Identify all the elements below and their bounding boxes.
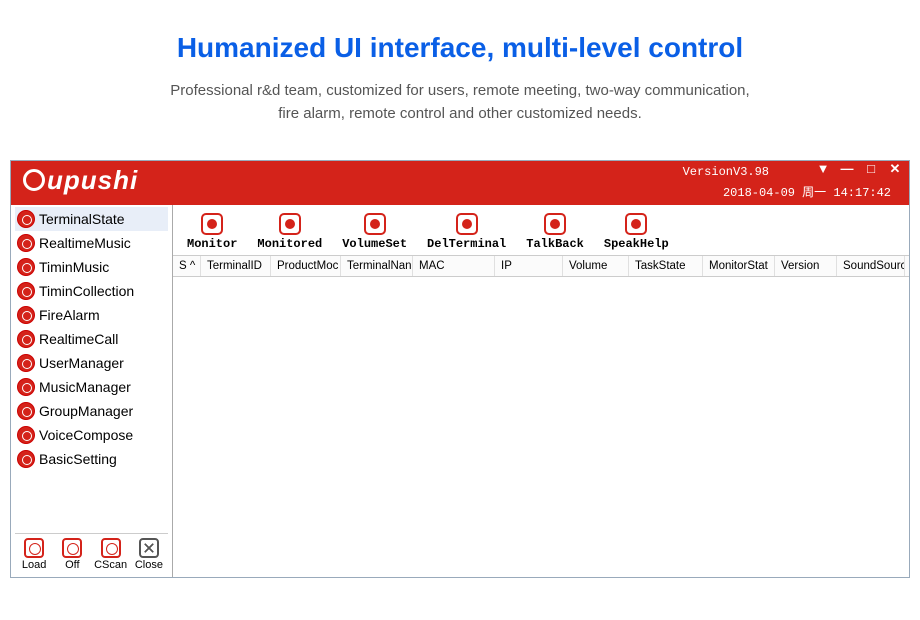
brand-text: upushi bbox=[47, 165, 138, 195]
column-header-soundsourc[interactable]: SoundSourc bbox=[837, 256, 905, 276]
toolbar-monitored-button[interactable]: Monitored bbox=[257, 213, 322, 251]
dropdown-button[interactable]: ▼ bbox=[815, 163, 831, 177]
column-header-productmoc[interactable]: ProductMoc bbox=[271, 256, 341, 276]
talkback-icon bbox=[544, 213, 566, 235]
toolbar-button-label: TalkBack bbox=[526, 237, 584, 251]
toolbar-button-label: SpeakHelp bbox=[604, 237, 669, 251]
timestamp-label: 2018-04-09 周一 14:17:42 bbox=[723, 183, 891, 200]
bottom-off-button[interactable]: Off bbox=[55, 538, 89, 571]
bottom-button-label: Load bbox=[22, 559, 46, 571]
close-icon bbox=[139, 538, 159, 558]
content-area: Monitor Monitored VolumeSet DelTerminal Talk… bbox=[173, 205, 909, 577]
bottom-load-button[interactable]: Load bbox=[17, 538, 51, 571]
hero-subtitle: Professional r&d team, customized for us… bbox=[0, 80, 920, 125]
monitored-icon bbox=[279, 213, 301, 235]
bottom-cscan-button[interactable]: CScan bbox=[94, 538, 128, 571]
bottom-button-label: Close bbox=[135, 559, 163, 571]
sidebar-item-timincollection[interactable]: TiminCollection bbox=[15, 279, 168, 303]
toolbar-volumeset-button[interactable]: VolumeSet bbox=[342, 213, 407, 251]
column-header-version[interactable]: Version bbox=[775, 256, 837, 276]
toolbar-button-label: Monitored bbox=[257, 237, 322, 251]
sidebar-item-label: MusicManager bbox=[39, 379, 131, 395]
sidebar-item-label: BasicSetting bbox=[39, 451, 117, 467]
hero-sub-line1: Professional r&d team, customized for us… bbox=[170, 82, 749, 99]
timincollection-icon bbox=[17, 282, 35, 300]
usermanager-icon bbox=[17, 354, 35, 372]
firealarm-icon bbox=[17, 306, 35, 324]
sidebar-item-label: FireAlarm bbox=[39, 307, 100, 323]
sidebar-item-groupmanager[interactable]: GroupManager bbox=[15, 399, 168, 423]
bottom-button-label: Off bbox=[65, 559, 79, 571]
realtimemusic-icon bbox=[17, 234, 35, 252]
toolbar-monitor-button[interactable]: Monitor bbox=[187, 213, 237, 251]
cscan-icon bbox=[101, 538, 121, 558]
sidebar-item-label: UserManager bbox=[39, 355, 124, 371]
column-header-monitorstat[interactable]: MonitorStat bbox=[703, 256, 775, 276]
voicecompose-icon bbox=[17, 426, 35, 444]
column-header-ip[interactable]: IP bbox=[495, 256, 563, 276]
sidebar-item-firealarm[interactable]: FireAlarm bbox=[15, 303, 168, 327]
groupmanager-icon bbox=[17, 402, 35, 420]
sidebar-item-label: GroupManager bbox=[39, 403, 133, 419]
sidebar-item-label: TerminalState bbox=[39, 211, 125, 227]
sidebar-item-voicecompose[interactable]: VoiceCompose bbox=[15, 423, 168, 447]
grid-body bbox=[173, 277, 909, 577]
timinmusic-icon bbox=[17, 258, 35, 276]
realtimecall-icon bbox=[17, 330, 35, 348]
app-window: upushi VersionV3.98 2018-04-09 周一 14:17:… bbox=[10, 160, 910, 578]
sidebar-item-label: RealtimeCall bbox=[39, 331, 118, 347]
minimize-button[interactable]: — bbox=[839, 163, 855, 177]
off-icon bbox=[62, 538, 82, 558]
hero-sub-line2: fire alarm, remote control and other cus… bbox=[278, 105, 642, 122]
toolbar-button-label: DelTerminal bbox=[427, 237, 506, 251]
sidebar-bottom-bar: Load Off CScan Close bbox=[15, 533, 168, 575]
sidebar-item-musicmanager[interactable]: MusicManager bbox=[15, 375, 168, 399]
sidebar-item-terminalstate[interactable]: TerminalState bbox=[15, 207, 168, 231]
window-buttons: ▼ — □ ✕ bbox=[815, 163, 903, 177]
column-header-mac[interactable]: MAC bbox=[413, 256, 495, 276]
delterminal-icon bbox=[456, 213, 478, 235]
sidebar-item-usermanager[interactable]: UserManager bbox=[15, 351, 168, 375]
titlebar: upushi VersionV3.98 2018-04-09 周一 14:17:… bbox=[11, 161, 909, 205]
close-button[interactable]: ✕ bbox=[887, 163, 903, 177]
sidebar-item-label: RealtimeMusic bbox=[39, 235, 131, 251]
bottom-button-label: CScan bbox=[94, 559, 127, 571]
toolbar: Monitor Monitored VolumeSet DelTerminal Talk… bbox=[173, 205, 909, 256]
basicsetting-icon bbox=[17, 450, 35, 468]
terminalstate-icon bbox=[17, 210, 35, 228]
hero-title: Humanized UI interface, multi-level cont… bbox=[0, 32, 920, 64]
sidebar-item-label: TiminCollection bbox=[39, 283, 134, 299]
column-header-s-[interactable]: S ^ bbox=[173, 256, 201, 276]
column-header-volume[interactable]: Volume bbox=[563, 256, 629, 276]
sidebar-item-label: TiminMusic bbox=[39, 259, 109, 275]
sidebar-item-label: VoiceCompose bbox=[39, 427, 133, 443]
sidebar-item-timinmusic[interactable]: TiminMusic bbox=[15, 255, 168, 279]
brand-ring-icon bbox=[23, 169, 45, 191]
toolbar-delterminal-button[interactable]: DelTerminal bbox=[427, 213, 506, 251]
toolbar-speakhelp-button[interactable]: SpeakHelp bbox=[604, 213, 669, 251]
column-header-taskstate[interactable]: TaskState bbox=[629, 256, 703, 276]
sidebar-item-realtimemusic[interactable]: RealtimeMusic bbox=[15, 231, 168, 255]
grid-header: S ^TerminalIDProductMocTerminalNanMACIPV… bbox=[173, 256, 909, 277]
monitor-icon bbox=[201, 213, 223, 235]
sidebar-item-basicsetting[interactable]: BasicSetting bbox=[15, 447, 168, 471]
volumeset-icon bbox=[364, 213, 386, 235]
maximize-button[interactable]: □ bbox=[863, 163, 879, 177]
toolbar-button-label: VolumeSet bbox=[342, 237, 407, 251]
brand-logo: upushi bbox=[23, 165, 138, 196]
sidebar-item-realtimecall[interactable]: RealtimeCall bbox=[15, 327, 168, 351]
load-icon bbox=[24, 538, 44, 558]
column-header-terminalnan[interactable]: TerminalNan bbox=[341, 256, 413, 276]
bottom-close-button[interactable]: Close bbox=[132, 538, 166, 571]
toolbar-talkback-button[interactable]: TalkBack bbox=[526, 213, 584, 251]
speakhelp-icon bbox=[625, 213, 647, 235]
version-label: VersionV3.98 bbox=[683, 165, 769, 179]
column-header-terminalid[interactable]: TerminalID bbox=[201, 256, 271, 276]
sidebar: TerminalState RealtimeMusic TiminMusic Timi… bbox=[11, 205, 173, 577]
musicmanager-icon bbox=[17, 378, 35, 396]
toolbar-button-label: Monitor bbox=[187, 237, 237, 251]
